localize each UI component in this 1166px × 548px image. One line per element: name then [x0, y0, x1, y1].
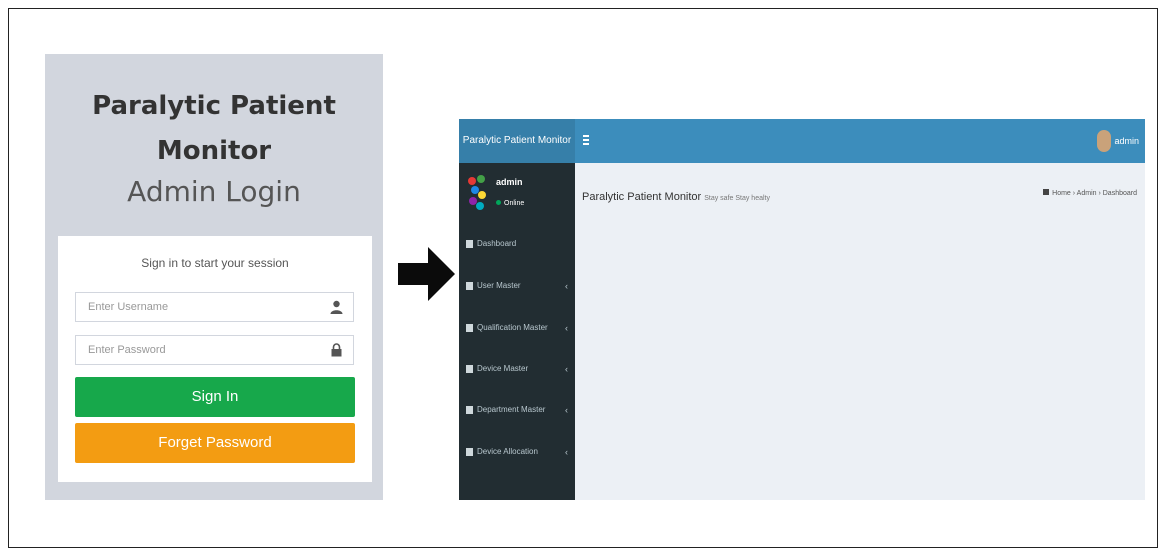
sidebar-item-label: Device Master: [477, 364, 529, 373]
sidebar-item-department-master[interactable]: Department Master ‹: [459, 400, 575, 420]
breadcrumb-home[interactable]: Home: [1052, 190, 1071, 197]
menu-toggle-icon[interactable]: [583, 135, 589, 145]
building-icon: [466, 406, 473, 414]
graduation-cap-icon: [466, 324, 473, 332]
dashboard-logo[interactable]: Paralytic Patient Monitor: [459, 119, 575, 163]
password-field[interactable]: [75, 335, 354, 365]
lock-icon: [331, 343, 342, 357]
graduation-cap-icon: [466, 448, 473, 456]
cogs-icon: [466, 365, 473, 373]
sign-in-button[interactable]: Sign In: [75, 377, 355, 417]
sidebar-item-label: Device Allocation: [477, 447, 538, 456]
breadcrumb: Home › Admin › Dashboard: [1043, 189, 1137, 197]
user-avatar-icon: [468, 175, 486, 210]
status-badge: Online: [496, 200, 524, 207]
sidebar-item-label: User Master: [477, 281, 521, 290]
home-icon: [1043, 189, 1050, 195]
chevron-left-icon: ‹: [565, 323, 568, 333]
forget-password-button[interactable]: Forget Password: [75, 423, 355, 463]
login-subtitle: Admin Login: [127, 175, 301, 208]
chevron-left-icon: ‹: [565, 364, 568, 374]
sidebar-item-device-allocation[interactable]: Device Allocation ‹: [459, 442, 575, 462]
arrow-right-icon: [398, 247, 455, 301]
sidebar-item-label: Department Master: [477, 405, 546, 414]
page-title: Paralytic Patient Monitor Stay safe Stay …: [582, 191, 770, 203]
sidebar-item-user-master[interactable]: User Master ‹: [459, 276, 575, 296]
password-input[interactable]: [76, 336, 340, 364]
login-title: Paralytic Patient Monitor: [45, 84, 383, 174]
login-message: Sign in to start your session: [141, 256, 289, 270]
users-icon: [466, 282, 473, 290]
breadcrumb-current: Dashboard: [1102, 190, 1137, 197]
sidebar-user-name: admin: [496, 177, 523, 187]
online-dot-icon: [496, 200, 501, 205]
sidebar: admin Online Dashboard User Master ‹ Qua…: [459, 163, 575, 500]
page-title-text: Paralytic Patient Monitor: [582, 191, 702, 203]
chevron-left-icon: ‹: [565, 447, 568, 457]
sidebar-item-qualification-master[interactable]: Qualification Master ‹: [459, 318, 575, 338]
page-subtitle: Stay safe Stay healty: [704, 195, 770, 202]
login-title-line1: Paralytic Patient: [92, 91, 336, 121]
status-text: Online: [504, 200, 525, 207]
sidebar-item-dashboard[interactable]: Dashboard: [459, 234, 575, 254]
chevron-left-icon: ‹: [565, 405, 568, 415]
dashboard-navbar: admin: [575, 119, 1145, 163]
username-input[interactable]: [76, 293, 340, 321]
sidebar-user-panel: admin Online: [459, 163, 575, 223]
login-panel: Paralytic Patient Monitor Admin Login Si…: [45, 54, 383, 500]
sidebar-item-device-master[interactable]: Device Master ‹: [459, 359, 575, 379]
login-title-line2: Monitor: [156, 136, 272, 166]
chevron-left-icon: ‹: [565, 281, 568, 291]
avatar[interactable]: [1097, 130, 1111, 152]
user-icon: [330, 300, 343, 314]
dashboard-icon: [466, 240, 473, 248]
sidebar-item-label: Qualification Master: [477, 323, 548, 332]
username-field[interactable]: [75, 292, 354, 322]
dashboard-screenshot: Paralytic Patient Monitor admin admin On…: [459, 119, 1145, 500]
breadcrumb-admin[interactable]: Admin: [1077, 190, 1097, 197]
login-box: Sign in to start your session Sign In Fo…: [58, 236, 372, 482]
navbar-user-name[interactable]: admin: [1114, 119, 1139, 163]
sidebar-item-label: Dashboard: [477, 239, 517, 248]
